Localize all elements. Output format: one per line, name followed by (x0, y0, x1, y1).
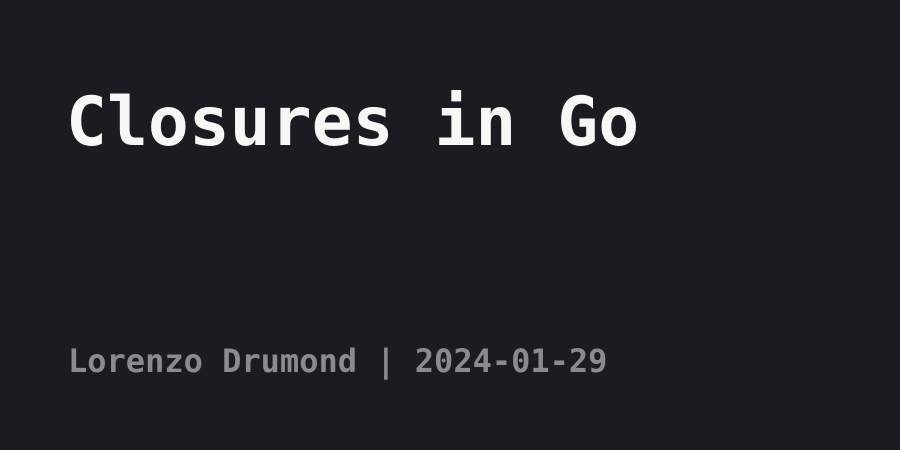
post-meta: Lorenzo Drumond | 2024-01-29 (68, 342, 608, 380)
post-card: Closures in Go Lorenzo Drumond | 2024-01… (0, 0, 900, 450)
post-title: Closures in Go (66, 83, 640, 162)
